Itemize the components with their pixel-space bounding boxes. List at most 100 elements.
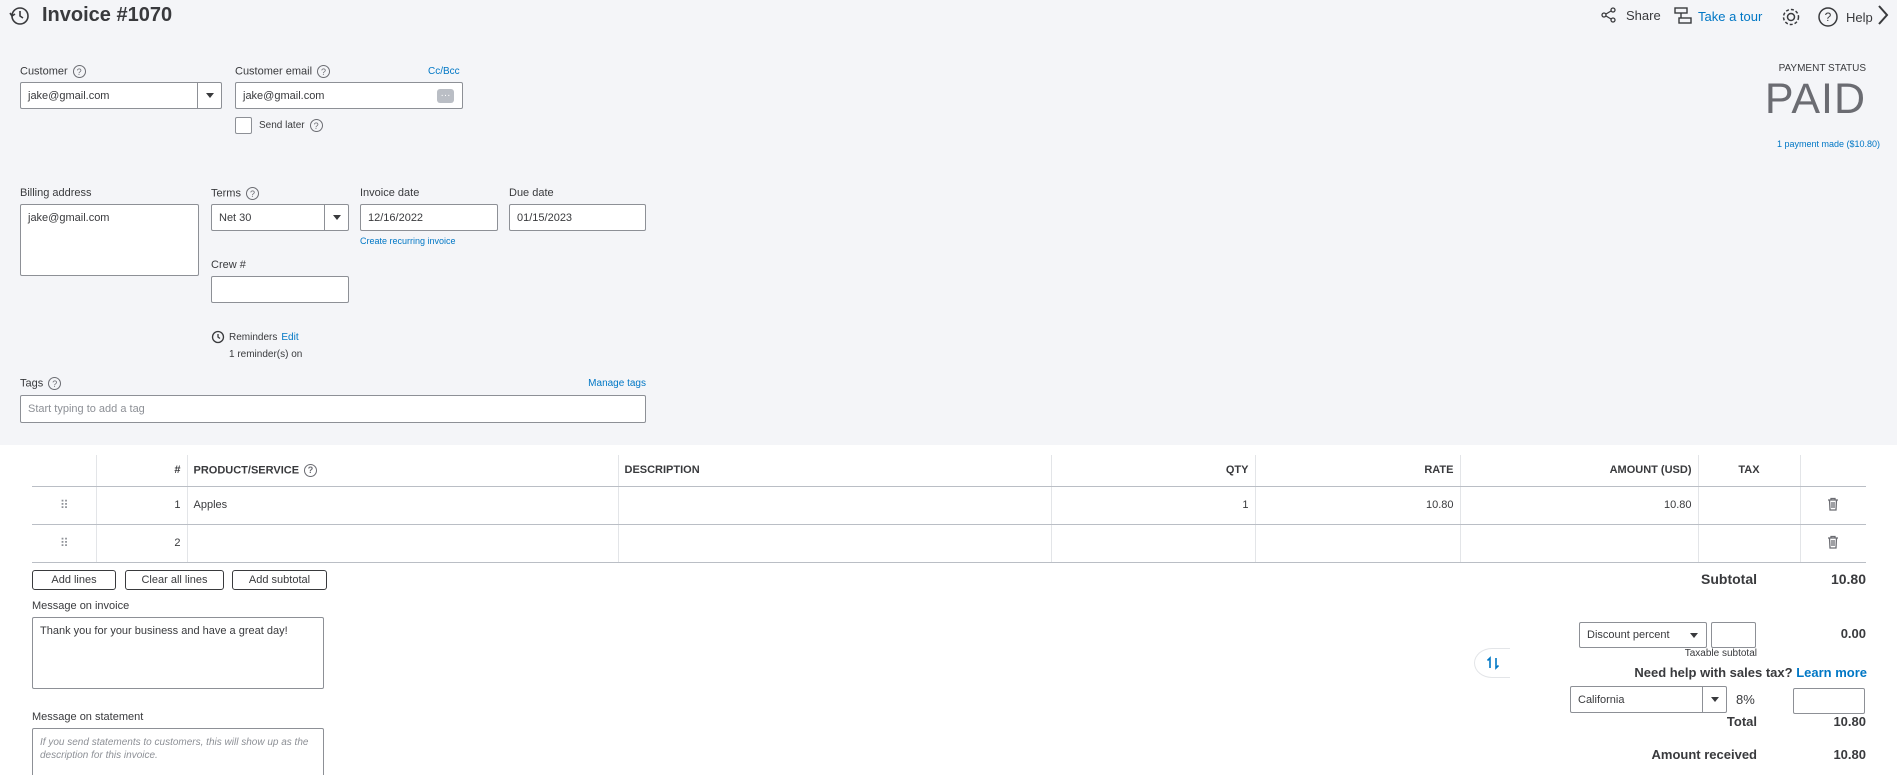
discount-type-select[interactable]: Discount percent (1579, 622, 1707, 648)
tax-cell[interactable] (1697, 524, 1800, 563)
drag-column-header (32, 455, 96, 487)
message-statement-label: Message on statement (32, 711, 144, 723)
customer-email-field[interactable]: jake@gmail.com ··· (235, 82, 463, 109)
drag-handle-icon[interactable]: ⠿ (32, 486, 96, 525)
send-later-row: Send later ? (235, 117, 323, 134)
column-header-tax: TAX (1697, 455, 1800, 487)
discount-value-field[interactable] (1711, 622, 1756, 648)
chevron-down-icon[interactable] (1702, 687, 1726, 712)
share-button[interactable]: Share (1600, 6, 1661, 24)
send-later-checkbox[interactable] (235, 117, 252, 134)
table-row[interactable]: ⠿ 1 Apples 1 10.80 10.80 (32, 486, 1866, 525)
taxable-subtotal-label: Taxable subtotal (1684, 648, 1757, 659)
column-header-description: DESCRIPTION (617, 455, 1051, 487)
chevron-right-icon (1878, 5, 1889, 25)
tax-rate: 8% (1736, 692, 1755, 707)
svg-text:?: ? (1825, 10, 1832, 24)
column-header-product: PRODUCT/SERVICE? (186, 455, 618, 487)
due-date-field[interactable]: 01/15/2023 (509, 204, 646, 231)
billing-address-field[interactable]: jake@gmail.com (20, 204, 199, 276)
tax-amount-field[interactable] (1793, 688, 1865, 714)
close-panel-button[interactable] (1875, 3, 1891, 27)
row-number: 1 (95, 486, 187, 525)
total-value: 10.80 (1833, 714, 1866, 729)
add-subtotal-button[interactable]: Add subtotal (232, 570, 327, 590)
payment-status: PAID (1764, 75, 1866, 123)
due-date-label: Due date (509, 187, 554, 199)
message-invoice-label: Message on invoice (32, 600, 130, 612)
product-cell[interactable]: Apples (186, 486, 618, 525)
clear-all-lines-button[interactable]: Clear all lines (125, 570, 224, 590)
tax-region-select[interactable]: California (1570, 686, 1727, 713)
help-icon[interactable]: ? (304, 463, 318, 477)
reminders-status: 1 reminder(s) on (229, 349, 303, 360)
title-bar: Invoice #1070 (8, 4, 172, 27)
help-icon[interactable]: ? (317, 65, 331, 78)
column-header-amount: AMOUNT (USD) (1459, 455, 1698, 487)
billing-address-label: Billing address (20, 187, 92, 199)
chevron-down-icon[interactable] (1682, 623, 1706, 647)
column-header-qty: QTY (1050, 455, 1255, 487)
invoice-date-field[interactable]: 12/16/2022 (360, 204, 498, 231)
take-tour-button[interactable]: Take a tour (1673, 6, 1762, 26)
terms-label: Terms? (211, 187, 259, 200)
line-items-table: # PRODUCT/SERVICE? DESCRIPTION QTY RATE … (32, 455, 1866, 563)
terms-select[interactable]: Net 30 (211, 204, 349, 231)
tour-icon (1674, 7, 1692, 24)
settings-button[interactable] (1780, 6, 1802, 28)
message-invoice-field[interactable]: Thank you for your business and have a g… (32, 617, 324, 689)
history-icon[interactable] (8, 5, 32, 27)
subtotal-label: Subtotal (1701, 571, 1757, 587)
qty-cell[interactable] (1050, 524, 1255, 563)
amount-received-label: Amount received (1651, 747, 1757, 762)
description-cell[interactable] (617, 524, 1051, 563)
amount-cell[interactable] (1459, 524, 1698, 563)
table-header-row: # PRODUCT/SERVICE? DESCRIPTION QTY RATE … (32, 455, 1866, 487)
create-recurring-link[interactable]: Create recurring invoice (360, 236, 456, 246)
reminders-edit-link[interactable]: Edit (281, 332, 298, 343)
add-lines-button[interactable]: Add lines (32, 570, 116, 590)
reminders-row: Reminders Edit (211, 330, 299, 344)
rate-cell[interactable] (1254, 524, 1460, 563)
share-icon (1601, 7, 1616, 23)
column-header-num: # (95, 455, 187, 487)
help-button[interactable]: ? Help (1817, 6, 1873, 28)
column-header-rate: RATE (1254, 455, 1460, 487)
payment-status-label: PAYMENT STATUS (1778, 63, 1866, 74)
invoice-date-label: Invoice date (360, 187, 420, 199)
tags-label: Tags? (20, 377, 62, 390)
help-icon[interactable]: ? (72, 65, 86, 78)
question-icon: ? (1818, 7, 1838, 27)
gear-icon (1782, 8, 1800, 26)
customer-email-label: Customer email? (235, 65, 331, 78)
payments-made-link[interactable]: 1 payment made ($10.80) (1700, 139, 1880, 149)
crew-field[interactable] (211, 276, 349, 303)
customer-select[interactable]: jake@gmail.com (20, 82, 222, 109)
help-icon[interactable]: ? (309, 119, 323, 132)
cc-bcc-link[interactable]: Cc/Bcc (428, 66, 460, 77)
table-row[interactable]: ⠿ 2 (32, 524, 1866, 563)
trash-icon[interactable] (1799, 524, 1866, 563)
amount-cell[interactable]: 10.80 (1459, 486, 1698, 525)
discount-amount: 0.00 (1840, 626, 1866, 641)
drag-handle-icon[interactable]: ⠿ (32, 524, 96, 563)
help-icon[interactable]: ? (245, 187, 259, 200)
qty-cell[interactable]: 1 (1050, 486, 1255, 525)
subtotal-value: 10.80 (1830, 571, 1866, 587)
manage-tags-link[interactable]: Manage tags (560, 378, 646, 389)
chevron-down-icon[interactable] (324, 205, 348, 230)
help-icon[interactable]: ? (48, 377, 62, 390)
rate-cell[interactable]: 10.80 (1254, 486, 1460, 525)
chevron-down-icon[interactable] (197, 83, 221, 108)
product-cell[interactable] (186, 524, 618, 563)
tags-input[interactable]: Start typing to add a tag (20, 395, 646, 423)
sales-tax-help: Need help with sales tax? Learn more (1634, 665, 1867, 680)
description-cell[interactable] (617, 486, 1051, 525)
message-statement-field[interactable]: If you send statements to customers, thi… (32, 728, 324, 775)
delete-column-header (1799, 455, 1866, 487)
tax-cell[interactable] (1697, 486, 1800, 525)
learn-more-link[interactable]: Learn more (1796, 665, 1867, 680)
trash-icon[interactable] (1799, 486, 1866, 525)
clock-icon (211, 330, 225, 344)
more-icon[interactable]: ··· (437, 89, 454, 103)
